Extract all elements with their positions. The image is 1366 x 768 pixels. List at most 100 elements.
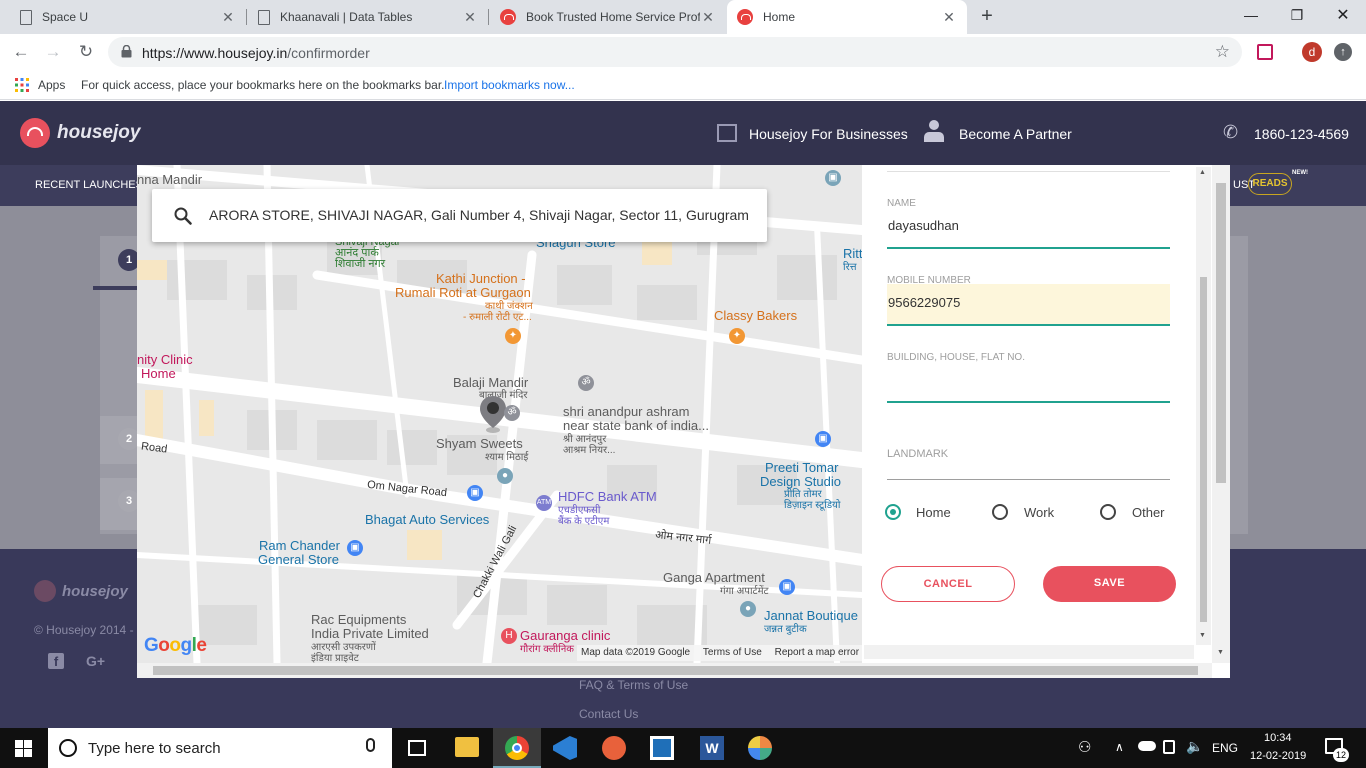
phone-number[interactable]: 1860-123-4569 (1254, 126, 1349, 142)
footer-faq-link[interactable]: FAQ & Terms of Use (579, 678, 688, 692)
volume-icon[interactable]: 🔈 (1186, 738, 1203, 755)
form-scrollbar-thumb[interactable] (1200, 277, 1207, 622)
temple-pin-icon[interactable]: ॐ (578, 375, 594, 391)
recent-launches-link[interactable]: RECENT LAUNCHES (35, 179, 143, 191)
clock-time[interactable]: 10:34 (1264, 732, 1292, 744)
scroll-up-arrow-icon[interactable]: ▲ (1199, 169, 1206, 176)
building-field[interactable] (887, 361, 1170, 403)
tab-book-trusted[interactable]: Book Trusted Home Service Profe ✕ (490, 0, 726, 34)
modal-scrollbar[interactable]: ▼ (1212, 165, 1230, 663)
tab-home[interactable]: Home ✕ (727, 0, 967, 34)
shopping-pin-icon[interactable]: ▣ (779, 579, 795, 595)
form-h-scrollbar[interactable] (864, 645, 1194, 659)
footer-contact-link[interactable]: Contact Us (579, 707, 638, 721)
map-label: Kathi Junction - (436, 271, 526, 286)
name-field[interactable]: dayasudhan (887, 207, 1170, 249)
google-plus-icon[interactable]: G+ (86, 653, 105, 669)
temple-pin-icon[interactable]: ॐ (504, 405, 520, 421)
language-indicator[interactable]: ENG (1212, 741, 1238, 755)
cancel-button[interactable]: CANCEL (881, 566, 1015, 602)
save-button[interactable]: SAVE (1043, 566, 1176, 602)
file-explorer-icon[interactable] (455, 737, 479, 757)
google-logo[interactable]: Google (144, 635, 207, 657)
landmark-field[interactable] (887, 438, 1170, 480)
taskbar-search-box[interactable]: Type here to search (48, 728, 392, 768)
map-label: Rac Equipments (311, 612, 407, 627)
place-pin-icon[interactable]: ● (740, 601, 756, 617)
postman-icon[interactable] (602, 736, 626, 760)
onedrive-cloud-icon[interactable] (1138, 741, 1156, 751)
home-radio-label[interactable]: Home (916, 505, 951, 520)
close-icon[interactable]: ✕ (462, 9, 478, 26)
import-bookmarks-link[interactable]: Import bookmarks now... (444, 78, 575, 92)
tab-space-u[interactable]: Space U ✕ (10, 0, 246, 34)
modal-scrollbar-thumb[interactable] (1216, 183, 1226, 483)
reload-icon[interactable]: ↻ (76, 42, 96, 62)
mobile-field[interactable]: 9566229075 (887, 284, 1170, 326)
hospital-pin-icon[interactable]: H (501, 628, 517, 644)
apps-label[interactable]: Apps (38, 78, 65, 92)
profile-avatar[interactable]: d (1302, 42, 1322, 62)
site-header: housejoy Housejoy For Businesses Become … (0, 101, 1366, 165)
become-partner-link[interactable]: Become A Partner (959, 126, 1072, 142)
apps-grid-icon[interactable] (15, 78, 29, 92)
other-radio-label[interactable]: Other (1132, 505, 1165, 520)
bookmark-star-icon[interactable]: ☆ (1215, 42, 1230, 62)
facebook-icon[interactable]: f (48, 653, 64, 669)
housejoy-logo-icon[interactable] (20, 118, 50, 148)
reads-badge[interactable]: READS (1248, 173, 1292, 195)
form-scrollbar[interactable]: ▲ ▼ (1196, 167, 1211, 645)
microphone-icon[interactable] (366, 738, 375, 752)
windows-start-icon[interactable] (15, 740, 32, 757)
place-pin-icon[interactable]: ▣ (825, 170, 841, 186)
forward-arrow-icon[interactable]: → (43, 42, 63, 62)
scroll-down-arrow-icon[interactable]: ▼ (1217, 649, 1224, 656)
map-label: इंडिया प्राइवेट (311, 653, 359, 663)
scroll-down-arrow-icon[interactable]: ▼ (1199, 632, 1206, 639)
clock-date[interactable]: 12-02-2019 (1250, 750, 1306, 762)
back-arrow-icon[interactable]: ← (11, 42, 31, 62)
shopping-pin-icon[interactable]: ▣ (467, 485, 483, 501)
shopping-pin-icon[interactable]: ▣ (815, 431, 831, 447)
chevron-up-icon[interactable]: ∧ (1115, 740, 1124, 754)
close-window-icon[interactable]: ✕ (1320, 0, 1366, 30)
shopping-pin-icon[interactable]: ▣ (347, 540, 363, 556)
task-view-icon[interactable] (408, 740, 426, 756)
atm-pin-icon[interactable]: ATM (536, 495, 552, 511)
restore-icon[interactable]: ❐ (1274, 0, 1320, 30)
update-arrow-icon[interactable]: ↑ (1334, 43, 1352, 61)
extension-icon[interactable] (1257, 44, 1273, 60)
map-search-input[interactable]: ARORA STORE, SHIVAJI NAGAR, Gali Number … (209, 207, 759, 223)
vscode-icon[interactable] (553, 736, 577, 760)
new-tab-plus-icon[interactable]: + (977, 6, 997, 26)
map-terms-link[interactable]: Terms of Use (703, 647, 762, 658)
google-map[interactable]: nna Mandir Shivaji Nagar आनंद पार्क शिवा… (137, 165, 862, 663)
restaurant-pin-icon[interactable]: ✦ (729, 328, 745, 344)
map-report-link[interactable]: Report a map error (775, 647, 859, 658)
map-label: nna Mandir (137, 172, 203, 187)
chrome-taskbar-button[interactable] (493, 728, 541, 768)
minimize-icon[interactable]: — (1228, 0, 1274, 30)
work-radio[interactable] (992, 504, 1008, 520)
close-icon[interactable]: ✕ (700, 9, 716, 26)
map-search-box[interactable]: ARORA STORE, SHIVAJI NAGAR, Gali Number … (152, 189, 767, 242)
other-radio[interactable] (1100, 504, 1116, 520)
paint-icon[interactable] (748, 736, 772, 760)
device-icon[interactable] (1163, 740, 1175, 754)
app-window-icon[interactable] (650, 736, 674, 760)
work-radio-label[interactable]: Work (1024, 505, 1054, 520)
home-radio[interactable] (885, 504, 901, 520)
housejoy-logo-text[interactable]: housejoy (57, 122, 140, 144)
people-icon[interactable]: ⚇ (1078, 738, 1091, 756)
horizontal-scrollbar[interactable] (137, 663, 1212, 678)
horizontal-scrollbar-thumb[interactable] (153, 666, 1198, 675)
restaurant-pin-icon[interactable]: ✦ (505, 328, 521, 344)
place-pin-icon[interactable]: ● (497, 468, 513, 484)
address-bar[interactable]: https://www.housejoy.in/confirmorder ☆ (108, 37, 1242, 67)
word-icon[interactable]: W (700, 736, 724, 760)
businesses-link[interactable]: Housejoy For Businesses (749, 126, 908, 142)
close-icon[interactable]: ✕ (220, 9, 236, 26)
close-icon[interactable]: ✕ (941, 9, 957, 26)
tab-title: Home (763, 10, 796, 24)
tab-khaanavali[interactable]: Khaanavali | Data Tables ✕ (248, 0, 488, 34)
